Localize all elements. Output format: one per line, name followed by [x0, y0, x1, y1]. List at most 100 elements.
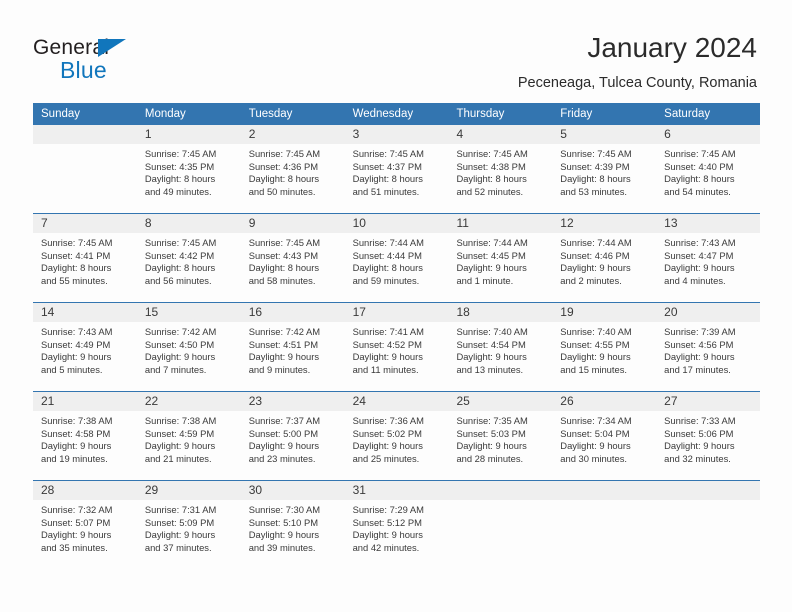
- calendar-day-cell[interactable]: 16 Sunrise: 7:42 AM Sunset: 4:51 PM Dayligh…: [240, 303, 345, 391]
- calendar-day-cell[interactable]: 31 Sunrise: 7:29 AM Sunset: 5:12 PM Dayligh…: [344, 481, 449, 569]
- calendar-day-cell[interactable]: 11 Sunrise: 7:44 AM Sunset: 4:45 PM Dayligh…: [448, 214, 553, 302]
- daylight-text-line1: Daylight: 8 hours: [248, 262, 320, 274]
- day-details: Sunrise: 7:40 AM Sunset: 4:54 PM Daylight:…: [448, 322, 552, 376]
- calendar-day-cell-empty: [448, 481, 553, 569]
- calendar-day-cell[interactable]: 1 Sunrise: 7:45 AM Sunset: 4:35 PM Daylight…: [136, 125, 241, 213]
- calendar-day-cell[interactable]: 2 Sunrise: 7:45 AM Sunset: 4:36 PM Daylight…: [240, 125, 345, 213]
- calendar-day-cell[interactable]: 13 Sunrise: 7:43 AM Sunset: 4:47 PM Dayligh…: [656, 214, 761, 302]
- day-details: Sunrise: 7:36 AM Sunset: 5:02 PM Daylight:…: [345, 411, 449, 465]
- day-number: 29: [136, 481, 241, 500]
- calendar-day-cell[interactable]: 18 Sunrise: 7:40 AM Sunset: 4:54 PM Dayligh…: [448, 303, 553, 391]
- daylight-text-line1: Daylight: 9 hours: [144, 529, 216, 541]
- daylight-text-line2: and 59 minutes.: [352, 274, 420, 286]
- calendar-day-cell[interactable]: 15 Sunrise: 7:42 AM Sunset: 4:50 PM Dayligh…: [136, 303, 241, 391]
- sunset-text: Sunset: 4:45 PM: [456, 249, 526, 261]
- calendar-day-cell[interactable]: 24 Sunrise: 7:36 AM Sunset: 5:02 PM Dayligh…: [344, 392, 449, 480]
- day-number: 20: [656, 303, 761, 322]
- daylight-text-line2: and 42 minutes.: [352, 541, 420, 553]
- calendar-day-cell[interactable]: 20 Sunrise: 7:39 AM Sunset: 4:56 PM Dayligh…: [656, 303, 761, 391]
- daylight-text-line2: and 5 minutes.: [41, 363, 103, 375]
- calendar-day-cell[interactable]: 22 Sunrise: 7:38 AM Sunset: 4:59 PM Dayligh…: [136, 392, 241, 480]
- day-number: 16: [240, 303, 345, 322]
- calendar-weeks: 1 Sunrise: 7:45 AM Sunset: 4:35 PM Daylight…: [33, 125, 761, 569]
- calendar-page: General Blue January 2024 Peceneaga, Tul…: [0, 0, 792, 612]
- sunset-text: Sunset: 4:36 PM: [248, 160, 319, 172]
- calendar-day-cell[interactable]: 14 Sunrise: 7:43 AM Sunset: 4:49 PM Dayligh…: [33, 303, 137, 391]
- calendar-day-cell[interactable]: 28 Sunrise: 7:32 AM Sunset: 5:07 PM Dayligh…: [33, 481, 137, 569]
- calendar-week-row: 21 Sunrise: 7:38 AM Sunset: 4:58 PM Dayligh…: [33, 391, 761, 480]
- sunrise-text: Sunrise: 7:45 AM: [144, 148, 217, 159]
- calendar-day-cell[interactable]: 4 Sunrise: 7:45 AM Sunset: 4:38 PM Daylight…: [448, 125, 553, 213]
- calendar-day-cell[interactable]: 10 Sunrise: 7:44 AM Sunset: 4:44 PM Dayligh…: [344, 214, 449, 302]
- day-details: Sunrise: 7:39 AM Sunset: 4:56 PM Daylight:…: [656, 322, 760, 376]
- daylight-text-line2: and 13 minutes.: [456, 363, 524, 375]
- calendar-day-cell[interactable]: 19 Sunrise: 7:40 AM Sunset: 4:55 PM Dayligh…: [552, 303, 657, 391]
- calendar-day-cell[interactable]: 3 Sunrise: 7:45 AM Sunset: 4:37 PM Daylight…: [344, 125, 449, 213]
- calendar-day-cell-empty: [552, 481, 657, 569]
- week-cells: 7 Sunrise: 7:45 AM Sunset: 4:41 PM Daylight…: [33, 214, 761, 302]
- daylight-text-line1: Daylight: 9 hours: [248, 529, 320, 541]
- calendar-day-cell[interactable]: 17 Sunrise: 7:41 AM Sunset: 4:52 PM Dayligh…: [344, 303, 449, 391]
- daylight-text-line2: and 9 minutes.: [248, 363, 311, 375]
- day-number: 19: [552, 303, 657, 322]
- day-number: [656, 481, 761, 500]
- weekday-header-friday: Friday: [560, 108, 593, 120]
- sunrise-text: Sunrise: 7:45 AM: [41, 237, 113, 248]
- calendar-day-cell[interactable]: 12 Sunrise: 7:44 AM Sunset: 4:46 PM Dayligh…: [552, 214, 657, 302]
- sunset-text: Sunset: 5:06 PM: [664, 427, 734, 439]
- calendar-day-cell[interactable]: 26 Sunrise: 7:34 AM Sunset: 5:04 PM Dayligh…: [552, 392, 657, 480]
- calendar-day-cell[interactable]: 23 Sunrise: 7:37 AM Sunset: 5:00 PM Dayligh…: [240, 392, 345, 480]
- calendar-week-row: 7 Sunrise: 7:45 AM Sunset: 4:41 PM Daylight…: [33, 213, 761, 302]
- weekday-header-saturday: Saturday: [664, 108, 711, 120]
- sunrise-text: Sunrise: 7:31 AM: [144, 504, 217, 515]
- daylight-text-line2: and 1 minute.: [456, 274, 514, 286]
- day-number: 3: [344, 125, 449, 144]
- day-details: Sunrise: 7:45 AM Sunset: 4:42 PM Daylight:…: [137, 233, 241, 287]
- calendar-day-cell[interactable]: 6 Sunrise: 7:45 AM Sunset: 4:40 PM Daylight…: [656, 125, 761, 213]
- daylight-text-line2: and 17 minutes.: [664, 363, 731, 375]
- sunset-text: Sunset: 4:39 PM: [560, 160, 630, 172]
- daylight-text-line1: Daylight: 8 hours: [456, 173, 527, 185]
- calendar-day-cell[interactable]: 5 Sunrise: 7:45 AM Sunset: 4:39 PM Daylight…: [552, 125, 657, 213]
- weekday-header-row: Sunday Monday Tuesday Wednesday Thursday Frid…: [33, 103, 760, 125]
- calendar-day-cell[interactable]: 8 Sunrise: 7:45 AM Sunset: 4:42 PM Daylight…: [136, 214, 241, 302]
- sunrise-text: Sunrise: 7:40 AM: [456, 326, 528, 337]
- daylight-text-line2: and 58 minutes.: [248, 274, 316, 286]
- day-number: 13: [656, 214, 761, 233]
- sunrise-text: Sunrise: 7:40 AM: [560, 326, 632, 337]
- week-cells: 28 Sunrise: 7:32 AM Sunset: 5:07 PM Dayligh…: [33, 481, 761, 569]
- calendar-day-cell[interactable]: 7 Sunrise: 7:45 AM Sunset: 4:41 PM Daylight…: [33, 214, 137, 302]
- daylight-text-line1: Daylight: 9 hours: [664, 440, 735, 452]
- day-details: Sunrise: 7:43 AM Sunset: 4:47 PM Daylight:…: [656, 233, 760, 287]
- calendar-day-cell[interactable]: 29 Sunrise: 7:31 AM Sunset: 5:09 PM Dayligh…: [136, 481, 241, 569]
- day-details: Sunrise: 7:45 AM Sunset: 4:37 PM Daylight:…: [345, 144, 449, 198]
- sunrise-text: Sunrise: 7:39 AM: [664, 326, 736, 337]
- daylight-text-line1: Daylight: 8 hours: [41, 262, 112, 274]
- calendar-day-cell[interactable]: 25 Sunrise: 7:35 AM Sunset: 5:03 PM Dayligh…: [448, 392, 553, 480]
- sunrise-text: Sunrise: 7:29 AM: [352, 504, 424, 515]
- weekday-header-tuesday: Tuesday: [248, 108, 293, 120]
- day-number: 24: [344, 392, 449, 411]
- calendar-day-cell[interactable]: 21 Sunrise: 7:38 AM Sunset: 4:58 PM Dayligh…: [33, 392, 137, 480]
- daylight-text-line2: and 23 minutes.: [248, 452, 316, 464]
- daylight-text-line2: and 56 minutes.: [144, 274, 212, 286]
- daylight-text-line1: Daylight: 9 hours: [560, 262, 631, 274]
- day-details: Sunrise: 7:42 AM Sunset: 4:51 PM Daylight:…: [241, 322, 345, 376]
- daylight-text-line1: Daylight: 9 hours: [41, 529, 112, 541]
- day-number: 6: [656, 125, 761, 144]
- calendar-day-cell[interactable]: 30 Sunrise: 7:30 AM Sunset: 5:10 PM Dayligh…: [240, 481, 345, 569]
- daylight-text-line2: and 53 minutes.: [560, 185, 628, 197]
- sunrise-text: Sunrise: 7:45 AM: [352, 148, 424, 159]
- sunset-text: Sunset: 5:00 PM: [248, 427, 319, 439]
- calendar-day-cell[interactable]: 9 Sunrise: 7:45 AM Sunset: 4:43 PM Daylight…: [240, 214, 345, 302]
- day-details: [552, 500, 656, 504]
- sunrise-text: Sunrise: 7:38 AM: [144, 415, 217, 426]
- daylight-text-line1: Daylight: 8 hours: [352, 262, 423, 274]
- weekday-header-wednesday: Wednesday: [352, 108, 414, 120]
- day-details: Sunrise: 7:44 AM Sunset: 4:46 PM Daylight:…: [552, 233, 656, 287]
- sunset-text: Sunset: 5:12 PM: [352, 516, 422, 528]
- sunrise-text: Sunrise: 7:36 AM: [352, 415, 424, 426]
- day-number: 18: [448, 303, 553, 322]
- day-number: 9: [240, 214, 345, 233]
- calendar-day-cell[interactable]: 27 Sunrise: 7:33 AM Sunset: 5:06 PM Dayligh…: [656, 392, 761, 480]
